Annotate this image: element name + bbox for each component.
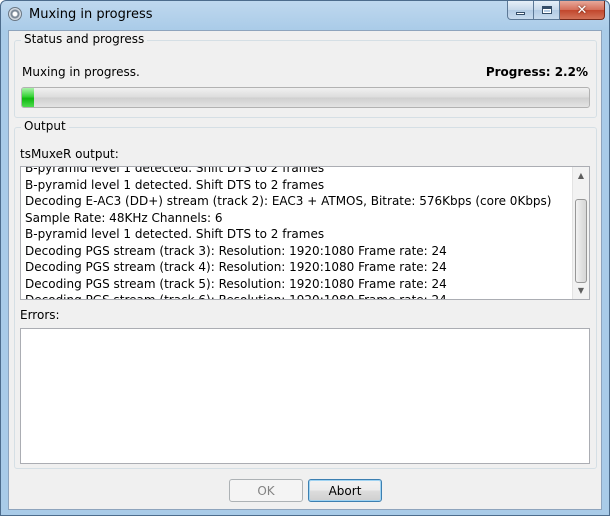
log-line: Decoding PGS stream (track 5): Resolutio… xyxy=(25,276,447,291)
ok-button[interactable]: OK xyxy=(229,479,303,502)
output-group-title: Output xyxy=(21,119,69,133)
minimize-button[interactable] xyxy=(507,1,534,20)
caption-buttons: ✕ xyxy=(507,1,605,21)
output-log[interactable]: B-pyramid level 1 detected. Shift DTS to… xyxy=(20,166,590,300)
progress-bar-fill xyxy=(22,88,35,107)
minimize-icon xyxy=(516,11,525,15)
scrollbar-thumb[interactable] xyxy=(575,199,587,283)
log-line: Decoding PGS stream (track 3): Resolutio… xyxy=(25,243,447,258)
close-icon: ✕ xyxy=(576,2,588,18)
maximize-button[interactable] xyxy=(534,1,560,20)
maximize-icon xyxy=(541,6,552,14)
log-line: Decoding PGS stream (track 4): Resolutio… xyxy=(25,260,447,274)
log-line: B-pyramid level 1 detected. Shift DTS to… xyxy=(25,177,325,192)
log-line: Decoding E-AC3 (DD+) stream (track 2): E… xyxy=(25,194,552,225)
scroll-down-button[interactable]: ▼ xyxy=(573,282,589,299)
output-label: tsMuxeR output: xyxy=(20,147,119,161)
log-line: B-pyramid level 1 detected. Shift DTS to… xyxy=(25,227,325,241)
chevron-up-icon: ▲ xyxy=(577,171,585,180)
log-line: Decoding PGS stream (track 6): Resolutio… xyxy=(25,293,447,300)
status-group: Status and progress Muxing in progress. … xyxy=(14,32,597,118)
dialog-client-area: Status and progress Muxing in progress. … xyxy=(8,30,602,510)
errors-log[interactable] xyxy=(20,328,590,464)
close-button[interactable]: ✕ xyxy=(560,1,605,20)
chevron-down-icon: ▼ xyxy=(577,286,585,295)
muxing-window: Muxing in progress ✕ Status and progress… xyxy=(0,0,610,516)
status-group-title: Status and progress xyxy=(21,32,148,46)
abort-button[interactable]: Abort xyxy=(308,479,382,502)
scroll-up-button[interactable]: ▲ xyxy=(573,167,589,184)
title-bar[interactable]: Muxing in progress ✕ xyxy=(1,1,609,29)
errors-label: Errors: xyxy=(20,308,60,322)
output-log-content: B-pyramid level 1 detected. Shift DTS to… xyxy=(25,166,571,300)
progress-label: Progress: 2.2% xyxy=(485,65,588,79)
output-group: Output tsMuxeR output: B-pyramid level 1… xyxy=(14,119,597,469)
progress-bar xyxy=(21,87,590,108)
gear-icon xyxy=(8,7,22,21)
status-message: Muxing in progress. xyxy=(22,65,140,79)
log-line: B-pyramid level 1 detected. Shift DTS to… xyxy=(25,166,325,175)
window-title: Muxing in progress xyxy=(29,7,153,22)
output-scrollbar[interactable]: ▲ ▼ xyxy=(572,167,589,299)
